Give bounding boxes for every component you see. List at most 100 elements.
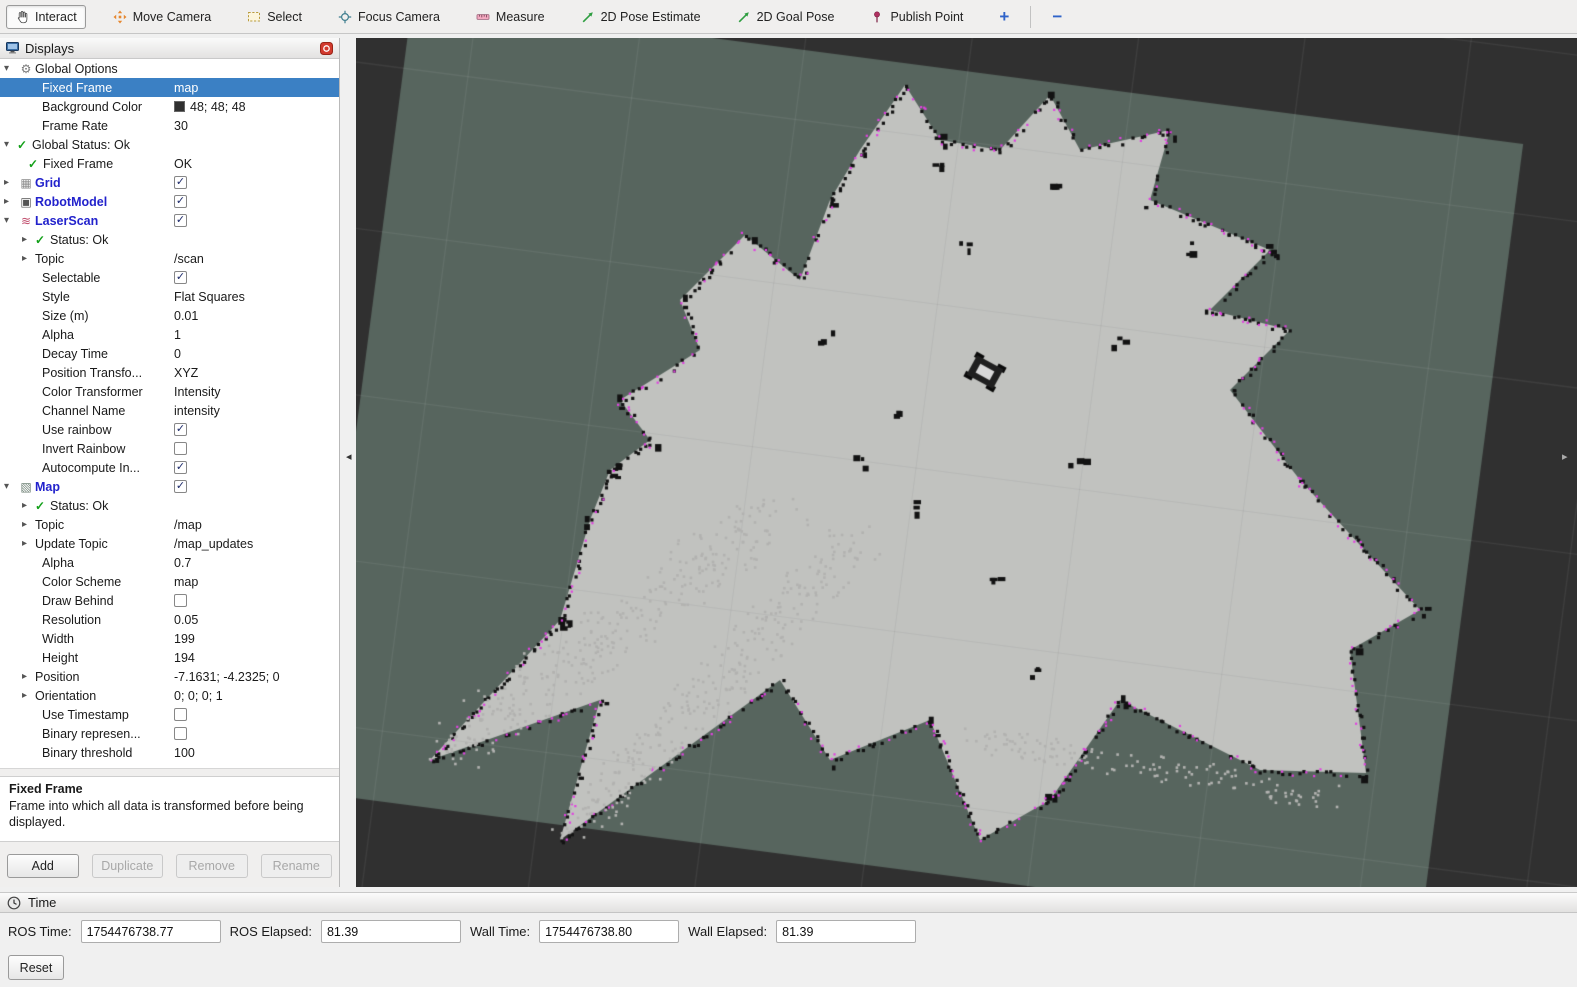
tree-row[interactable]: Use Timestamp	[0, 705, 339, 724]
property-value[interactable]: ✓	[171, 271, 339, 284]
move-camera-tool-button[interactable]: Move Camera	[104, 5, 221, 29]
tree-row[interactable]: ▸Topic/map	[0, 515, 339, 534]
tree-row[interactable]: ▸Update Topic/map_updates	[0, 534, 339, 553]
property-value[interactable]: 1	[171, 328, 339, 342]
property-value[interactable]: OK	[171, 157, 339, 171]
tree-row[interactable]: Color Schememap	[0, 572, 339, 591]
remove-tool-button[interactable]: −	[1043, 6, 1071, 28]
tree-row[interactable]: Alpha1	[0, 325, 339, 344]
checkbox[interactable]: ✓	[174, 271, 187, 284]
checkbox[interactable]	[174, 727, 187, 740]
tree-row[interactable]: Autocompute In...✓	[0, 458, 339, 477]
add-tool-button[interactable]: +	[990, 6, 1018, 28]
collapse-arrow-icon[interactable]: ▾	[4, 64, 17, 74]
measure-tool-button[interactable]: Measure	[467, 5, 554, 29]
property-value[interactable]: ✓	[171, 195, 339, 208]
checkbox[interactable]	[174, 594, 187, 607]
tree-row[interactable]: ✓Fixed FrameOK	[0, 154, 339, 173]
tree-row[interactable]: StyleFlat Squares	[0, 287, 339, 306]
property-value[interactable]: ✓	[171, 480, 339, 493]
collapse-arrow-icon[interactable]: ▾	[4, 140, 17, 150]
expand-arrow-icon[interactable]: ▸	[4, 197, 17, 207]
tree-row[interactable]: Invert Rainbow	[0, 439, 339, 458]
property-value[interactable]: ✓	[171, 461, 339, 474]
tree-row[interactable]: Background Color48; 48; 48	[0, 97, 339, 116]
property-value[interactable]: 0.7	[171, 556, 339, 570]
tree-row[interactable]: Resolution0.05	[0, 610, 339, 629]
tree-row[interactable]: ▸▦Grid✓	[0, 173, 339, 192]
tree-row[interactable]: Use rainbow✓	[0, 420, 339, 439]
time-panel-header[interactable]: Time	[0, 892, 1577, 913]
tree-row[interactable]: Width199	[0, 629, 339, 648]
rename-display-button[interactable]: Rename	[261, 854, 333, 878]
tree-row[interactable]: ▾▧Map✓	[0, 477, 339, 496]
checkbox[interactable]: ✓	[174, 480, 187, 493]
property-value[interactable]: 199	[171, 632, 339, 646]
tree-row[interactable]: Selectable✓	[0, 268, 339, 287]
expand-arrow-icon[interactable]: ▸	[22, 691, 35, 701]
property-value[interactable]: map	[171, 575, 339, 589]
tree-row[interactable]: Channel Nameintensity	[0, 401, 339, 420]
publish-point-tool-button[interactable]: Publish Point	[861, 5, 972, 29]
splitter-collapse-right-icon[interactable]: ▸	[1562, 452, 1568, 463]
property-value[interactable]: Intensity	[171, 385, 339, 399]
property-value[interactable]: -7.1631; -4.2325; 0	[171, 670, 339, 684]
property-value[interactable]: 48; 48; 48	[171, 100, 339, 114]
property-value[interactable]	[171, 727, 339, 740]
property-value[interactable]: 194	[171, 651, 339, 665]
expand-arrow-icon[interactable]: ▸	[22, 501, 35, 511]
tree-row[interactable]: ▾⚙Global Options	[0, 59, 339, 78]
close-panel-button[interactable]	[320, 42, 333, 55]
property-value[interactable]: /map_updates	[171, 537, 339, 551]
checkbox[interactable]	[174, 442, 187, 455]
property-value[interactable]: 0; 0; 0; 1	[171, 689, 339, 703]
tree-row[interactable]: Binary threshold100	[0, 743, 339, 762]
collapse-arrow-icon[interactable]: ▾	[4, 482, 17, 492]
property-value[interactable]: 0.01	[171, 309, 339, 323]
pose-estimate-tool-button[interactable]: 2D Pose Estimate	[572, 5, 710, 29]
property-value[interactable]: map	[171, 81, 339, 95]
property-value[interactable]: Flat Squares	[171, 290, 339, 304]
remove-display-button[interactable]: Remove	[176, 854, 248, 878]
checkbox[interactable]: ✓	[174, 176, 187, 189]
splitter-collapse-left-icon[interactable]: ◂	[346, 452, 352, 463]
tree-row[interactable]: ▾≋LaserScan✓	[0, 211, 339, 230]
add-display-button[interactable]: Add	[7, 854, 79, 878]
interact-tool-button[interactable]: Interact	[6, 5, 86, 29]
tree-row[interactable]: Position Transfo...XYZ	[0, 363, 339, 382]
property-value[interactable]: /scan	[171, 252, 339, 266]
checkbox[interactable]: ✓	[174, 214, 187, 227]
property-value[interactable]: intensity	[171, 404, 339, 418]
property-value[interactable]: ✓	[171, 423, 339, 436]
property-value[interactable]: XYZ	[171, 366, 339, 380]
property-value[interactable]	[171, 708, 339, 721]
tree-row[interactable]: Frame Rate30	[0, 116, 339, 135]
tree-row[interactable]: Color TransformerIntensity	[0, 382, 339, 401]
wall-elapsed-input[interactable]	[776, 920, 916, 943]
expand-arrow-icon[interactable]: ▸	[22, 672, 35, 682]
reset-button[interactable]: Reset	[8, 955, 64, 980]
duplicate-display-button[interactable]: Duplicate	[92, 854, 164, 878]
3d-viewport[interactable]	[356, 38, 1577, 887]
expand-arrow-icon[interactable]: ▸	[22, 520, 35, 530]
tree-row[interactable]: ▸✓Status: Ok	[0, 230, 339, 249]
tree-row[interactable]: Alpha0.7	[0, 553, 339, 572]
expand-arrow-icon[interactable]: ▸	[4, 178, 17, 188]
tree-row[interactable]: Draw Behind	[0, 591, 339, 610]
collapse-arrow-icon[interactable]: ▾	[4, 216, 17, 226]
expand-arrow-icon[interactable]: ▸	[22, 539, 35, 549]
checkbox[interactable]: ✓	[174, 461, 187, 474]
select-tool-button[interactable]: Select	[238, 5, 311, 29]
tree-row[interactable]: ▸Position-7.1631; -4.2325; 0	[0, 667, 339, 686]
tree-row[interactable]: Size (m)0.01	[0, 306, 339, 325]
property-value[interactable]	[171, 594, 339, 607]
tree-row[interactable]: Fixed Framemap	[0, 78, 339, 97]
wall-time-input[interactable]	[539, 920, 679, 943]
ros-elapsed-input[interactable]	[321, 920, 461, 943]
checkbox[interactable]: ✓	[174, 195, 187, 208]
property-value[interactable]: 30	[171, 119, 339, 133]
property-value[interactable]	[171, 442, 339, 455]
tree-row[interactable]: Binary represen...	[0, 724, 339, 743]
property-value[interactable]: 0.05	[171, 613, 339, 627]
expand-arrow-icon[interactable]: ▸	[22, 254, 35, 264]
